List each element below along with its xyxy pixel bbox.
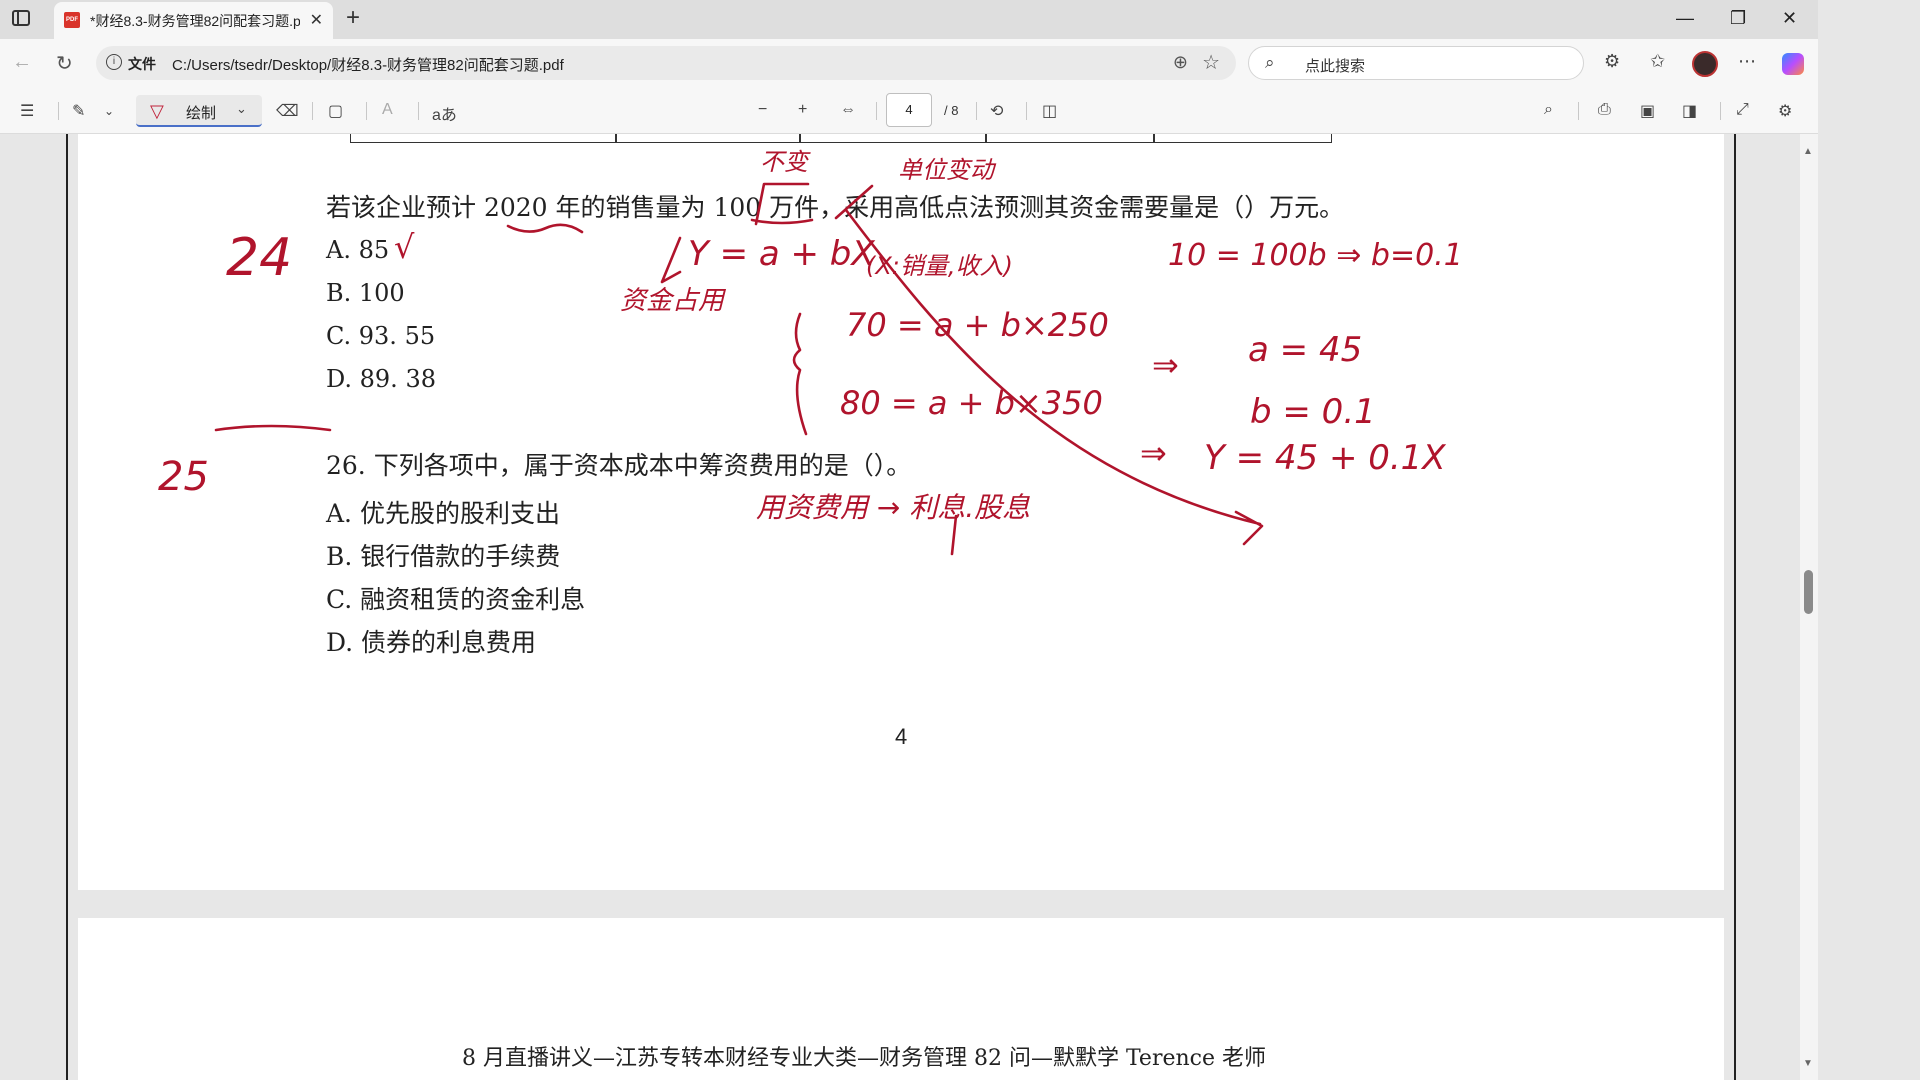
zoom-icon[interactable]: ⊕ xyxy=(1173,52,1188,73)
ink-check: √ xyxy=(394,228,415,266)
draw-label: 绘制 xyxy=(186,105,217,122)
refresh-icon[interactable]: ↻ xyxy=(56,51,73,76)
ink-result-y: Y = 45 + 0.1X xyxy=(1204,438,1446,478)
toolbar-divider xyxy=(418,102,419,120)
pdf-toolbar: ☰ ✎ ⌄ ▽ 绘制 ⌄ ⌫ ▢ A aあ − + ⇔ 4 / 8 ⟲ ◫ ⌕ … xyxy=(0,89,1818,134)
address-scheme: 文件 xyxy=(128,56,156,72)
highlight-icon[interactable]: ✎ xyxy=(72,101,85,121)
back-icon[interactable]: ← xyxy=(12,51,32,74)
zoom-in-icon[interactable]: + xyxy=(798,101,807,119)
ink-arrow-2: ⇒ xyxy=(1140,434,1167,472)
ink-result-b: b = 0.1 xyxy=(1250,392,1376,432)
tab-title: *财经8.3-财务管理82问配套习题.pdf xyxy=(90,13,300,29)
info-icon[interactable]: i xyxy=(106,54,122,70)
copilot-icon[interactable] xyxy=(1782,53,1804,75)
toolbar-divider xyxy=(58,102,59,120)
ink-label-danwei: 单位变动 xyxy=(898,156,994,184)
page-total: / 8 xyxy=(944,103,959,118)
rotate-icon[interactable]: ⟲ xyxy=(990,101,1003,121)
ink-zijin-arrow xyxy=(660,236,682,284)
ink-eq-1: 70 = a + b×250 xyxy=(846,306,1109,344)
profile-avatar[interactable] xyxy=(1692,51,1718,77)
ink-num-24: 24 xyxy=(226,228,293,288)
address-toolbar: ← ↻ i 文件 C:/Users/tsedr/Desktop/财经8.3-财务… xyxy=(0,39,1818,89)
tab-strip: PDF *财经8.3-财务管理82问配套习题.pdf ✕ + — ❐ ✕ xyxy=(0,0,1818,39)
ink-bracket-danwei xyxy=(834,184,874,220)
text-box-icon[interactable]: ▢ xyxy=(328,101,343,121)
ink-divider-left xyxy=(214,424,332,432)
toolbar-divider xyxy=(1026,102,1027,120)
full-screen-icon[interactable]: ⤢ xyxy=(1736,101,1749,119)
restore-icon[interactable]: ❐ xyxy=(1730,8,1746,29)
ink-underline-2020 xyxy=(506,223,584,234)
pen-icon: ▽ xyxy=(150,101,164,121)
chevron-down-icon[interactable]: ⌄ xyxy=(236,101,247,117)
toolbar-divider xyxy=(1578,102,1579,120)
toolbar-divider xyxy=(366,102,367,120)
scroll-down-icon[interactable]: ▼ xyxy=(1803,1058,1813,1069)
extensions-icon[interactable]: ⚙ xyxy=(1604,51,1620,72)
zoom-out-icon[interactable]: − xyxy=(758,101,767,119)
save-icon[interactable]: ▣ xyxy=(1640,101,1655,121)
address-path[interactable]: C:/Users/tsedr/Desktop/财经8.3-财务管理82问配套习题… xyxy=(172,54,564,75)
settings-icon[interactable]: ⚙ xyxy=(1778,101,1792,121)
toolbar-divider xyxy=(876,102,877,120)
favorites-icon[interactable]: ✩ xyxy=(1650,51,1665,72)
ink-eq-2: 80 = a + b×350 xyxy=(840,384,1103,422)
pdf-file-icon: PDF xyxy=(64,12,80,28)
ink-formula-note: (X:销量,收入) xyxy=(866,252,1013,280)
ink-formula-main: Y = a + bX xyxy=(688,234,875,274)
scroll-up-icon[interactable]: ▲ xyxy=(1803,146,1813,157)
ink-num-25: 25 xyxy=(158,454,209,500)
favorite-star-icon[interactable]: ☆ xyxy=(1202,50,1220,75)
draw-button[interactable]: ▽ 绘制 ⌄ xyxy=(136,95,262,127)
tab-actions-icon[interactable] xyxy=(12,10,30,26)
ink-result-a: a = 45 xyxy=(1248,330,1363,370)
find-icon[interactable]: ⌕ xyxy=(1544,101,1553,119)
ink-label-bubian: 不变 xyxy=(760,148,808,176)
new-tab-icon[interactable]: + xyxy=(346,4,360,32)
ink-label-yongzi: 用资费用 → 利息.股息 xyxy=(756,491,1031,524)
scrollbar-thumb[interactable] xyxy=(1804,570,1813,614)
fit-page-icon[interactable]: ⇔ xyxy=(840,101,856,119)
window-close-icon[interactable]: ✕ xyxy=(1782,8,1797,29)
ink-bracket-bubian xyxy=(754,182,810,226)
ink-underline-100 xyxy=(750,218,814,225)
ink-label-zijin: 资金占用 xyxy=(620,286,725,316)
save-as-icon[interactable]: ◨ xyxy=(1682,101,1697,121)
page-view-icon[interactable]: ◫ xyxy=(1042,101,1057,121)
minimize-icon[interactable]: — xyxy=(1676,8,1694,29)
more-options-icon[interactable]: ⋯ xyxy=(1738,51,1756,72)
contents-icon[interactable]: ☰ xyxy=(20,101,34,121)
highlight-dropdown-icon[interactable]: ⌄ xyxy=(104,104,114,118)
eraser-icon[interactable]: ⌫ xyxy=(276,101,299,121)
print-icon[interactable]: ⎙ xyxy=(1598,101,1611,119)
toolbar-divider xyxy=(312,102,313,120)
toolbar-divider xyxy=(1720,102,1721,120)
ink-arrow-1: ⇒ xyxy=(1152,346,1179,384)
search-icon: ⌕ xyxy=(1265,53,1275,72)
ink-eq-b: 10 = 100b ⇒ b=0.1 xyxy=(1168,238,1463,273)
tab-active[interactable]: PDF *财经8.3-财务管理82问配套习题.pdf ✕ xyxy=(54,2,333,39)
toolbar-divider xyxy=(976,102,977,120)
pdf-viewer[interactable]: 若该企业预计 2020 年的销售量为 100 万件，采用高低点法预测其资金需要量… xyxy=(0,134,1818,1080)
ink-system-brace xyxy=(792,312,808,436)
tab-close-icon[interactable]: ✕ xyxy=(310,10,323,30)
read-aloud-button[interactable]: aあ xyxy=(432,101,457,125)
search-box[interactable]: ⌕ 点此搜索 xyxy=(1248,46,1584,80)
address-bar[interactable]: i 文件 C:/Users/tsedr/Desktop/财经8.3-财务管理82… xyxy=(96,46,1236,80)
text-format-icon[interactable]: A xyxy=(382,101,393,119)
search-placeholder: 点此搜索 xyxy=(1305,58,1366,75)
page-number-input[interactable]: 4 xyxy=(886,93,932,127)
